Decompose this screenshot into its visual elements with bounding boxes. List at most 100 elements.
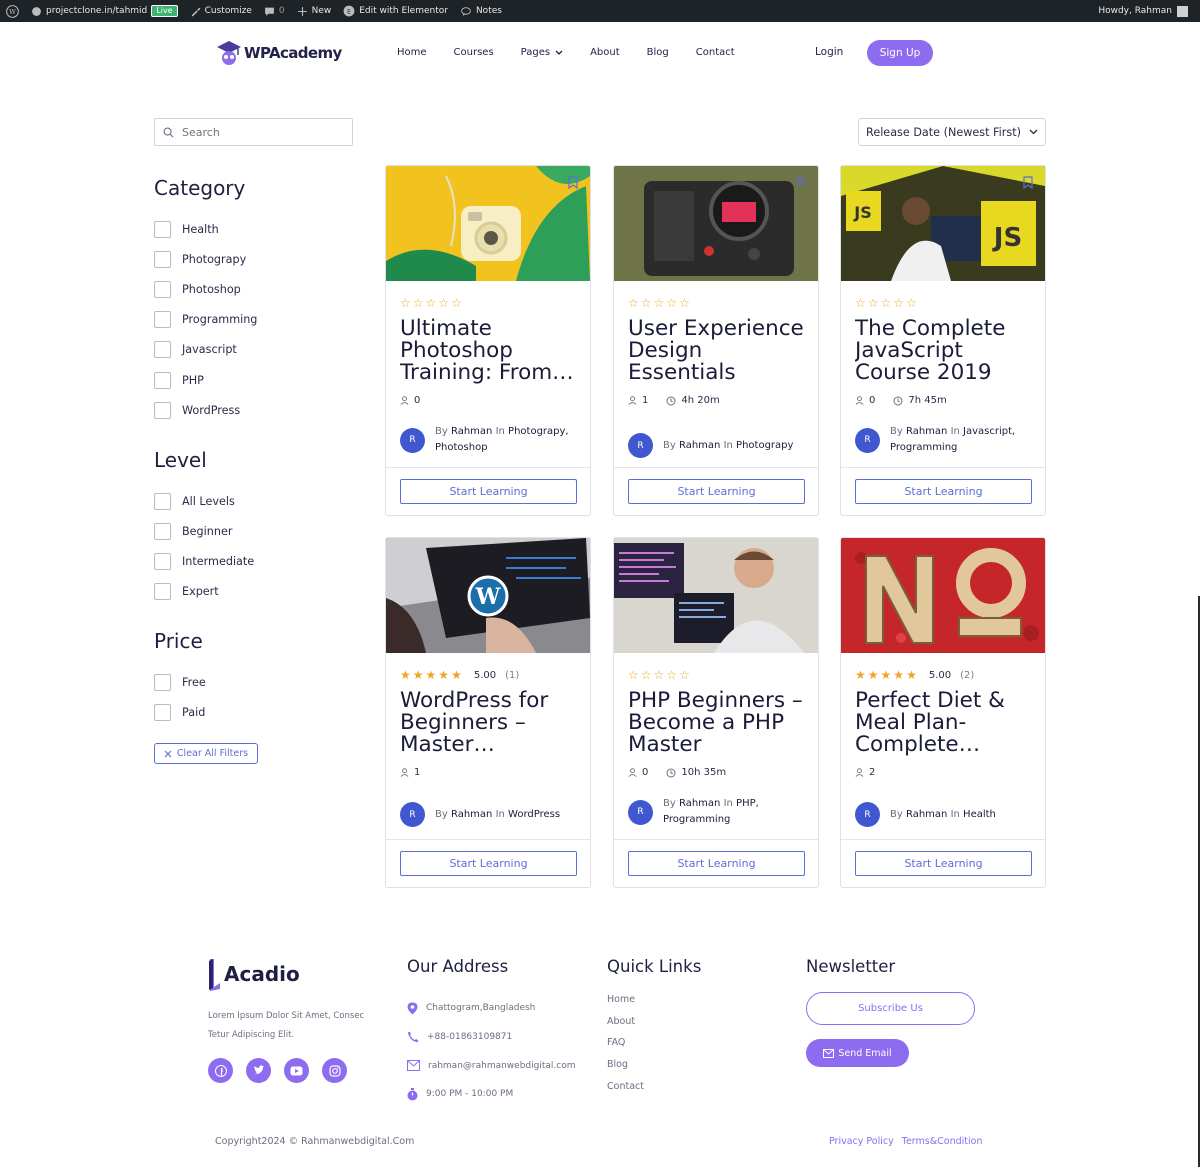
bookmark-icon[interactable] bbox=[1023, 176, 1033, 189]
author-name[interactable]: Rahman bbox=[906, 809, 947, 820]
course-thumbnail[interactable]: W bbox=[386, 538, 590, 653]
author-name[interactable]: Rahman bbox=[451, 426, 492, 437]
send-mail-icon bbox=[823, 1048, 835, 1058]
course-thumbnail[interactable] bbox=[614, 166, 818, 281]
filter-php[interactable]: PHP bbox=[154, 365, 257, 395]
start-learning-button[interactable]: Start Learning bbox=[628, 479, 805, 504]
filter-all-levels[interactable]: All Levels bbox=[154, 486, 254, 516]
start-learning-button[interactable]: Start Learning bbox=[855, 851, 1032, 876]
terms-link[interactable]: Terms&Condition bbox=[902, 1136, 983, 1147]
course-title[interactable]: The Complete JavaScript Course 2019 bbox=[855, 318, 1037, 384]
customize-link[interactable]: Customize bbox=[184, 0, 258, 22]
twitter-icon[interactable] bbox=[246, 1058, 271, 1083]
facebook-icon[interactable] bbox=[208, 1058, 233, 1083]
checkbox[interactable] bbox=[154, 673, 171, 691]
sort-select[interactable]: Release Date (Newest First) bbox=[858, 118, 1046, 146]
course-title[interactable]: WordPress for Beginners – Master… bbox=[400, 690, 582, 756]
checkbox[interactable] bbox=[154, 401, 171, 419]
checkbox[interactable] bbox=[154, 703, 171, 721]
subscribe-button[interactable]: Subscribe Us bbox=[806, 992, 975, 1025]
signup-button[interactable]: Sign Up bbox=[867, 40, 933, 66]
filter-free[interactable]: Free bbox=[154, 667, 206, 697]
nav-pages[interactable]: Pages bbox=[521, 47, 563, 58]
filter-expert[interactable]: Expert bbox=[154, 577, 254, 607]
comments-link[interactable]: 0 bbox=[258, 0, 291, 22]
start-learning-button[interactable]: Start Learning bbox=[400, 479, 577, 504]
checkbox[interactable] bbox=[154, 522, 171, 540]
checkbox[interactable] bbox=[154, 220, 171, 238]
settings-icon[interactable] bbox=[795, 176, 806, 187]
course-categories[interactable]: Photograpy bbox=[736, 440, 793, 451]
course-meta: 0 bbox=[400, 395, 420, 406]
checkbox[interactable] bbox=[154, 492, 171, 510]
checkbox[interactable] bbox=[154, 341, 171, 359]
address-email[interactable]: rahman@rahmanwebdigital.com bbox=[407, 1051, 575, 1080]
course-title[interactable]: Ultimate Photoshop Training: From… bbox=[400, 318, 582, 384]
filter-wordpress[interactable]: WordPress bbox=[154, 395, 257, 425]
author-name[interactable]: Rahman bbox=[679, 440, 720, 451]
privacy-policy-link[interactable]: Privacy Policy bbox=[829, 1136, 894, 1147]
start-learning-button[interactable]: Start Learning bbox=[855, 479, 1032, 504]
start-learning-button[interactable]: Start Learning bbox=[628, 851, 805, 876]
bookmark-icon[interactable] bbox=[568, 176, 578, 189]
nav-contact[interactable]: Contact bbox=[696, 47, 735, 58]
course-categories[interactable]: WordPress bbox=[508, 809, 560, 820]
course-thumbnail[interactable] bbox=[386, 166, 590, 281]
filter-paid[interactable]: Paid bbox=[154, 697, 206, 727]
footer-link-faq[interactable]: FAQ bbox=[607, 1037, 644, 1059]
author-avatar[interactable]: R bbox=[400, 427, 425, 453]
author-name[interactable]: Rahman bbox=[679, 798, 720, 809]
start-learning-button[interactable]: Start Learning bbox=[400, 851, 577, 876]
author-name[interactable]: Rahman bbox=[451, 809, 492, 820]
course-title[interactable]: PHP Beginners – Become a PHP Master bbox=[628, 690, 810, 756]
checkbox[interactable] bbox=[154, 371, 171, 389]
filter-programming[interactable]: Programming bbox=[154, 305, 257, 335]
course-thumbnail[interactable] bbox=[614, 538, 818, 653]
checkbox[interactable] bbox=[154, 552, 171, 570]
checkbox[interactable] bbox=[154, 250, 171, 268]
filter-intermediate[interactable]: Intermediate bbox=[154, 546, 254, 576]
nav-courses[interactable]: Courses bbox=[454, 47, 494, 58]
nav-about[interactable]: About bbox=[590, 47, 620, 58]
author-name[interactable]: Rahman bbox=[906, 426, 947, 437]
author-avatar[interactable]: R bbox=[400, 802, 425, 827]
nav-blog[interactable]: Blog bbox=[647, 47, 669, 58]
send-email-button[interactable]: Send Email bbox=[806, 1039, 909, 1067]
course-title[interactable]: Perfect Diet & Meal Plan- Complete… bbox=[855, 690, 1037, 756]
filter-health[interactable]: Health bbox=[154, 214, 257, 244]
youtube-icon[interactable] bbox=[284, 1058, 309, 1083]
instagram-icon[interactable] bbox=[322, 1058, 347, 1083]
login-link[interactable]: Login bbox=[815, 46, 843, 58]
account-menu[interactable]: Howdy, Rahman bbox=[1098, 5, 1200, 17]
course-categories[interactable]: Health bbox=[963, 809, 996, 820]
site-name-link[interactable]: projectclone.in/tahmid Live bbox=[25, 0, 184, 22]
filter-photoshop[interactable]: Photoshop bbox=[154, 274, 257, 304]
author-avatar[interactable]: R bbox=[855, 427, 880, 453]
new-content-link[interactable]: New bbox=[291, 0, 338, 22]
author-avatar[interactable]: R bbox=[628, 433, 653, 458]
edit-elementor-link[interactable]: E Edit with Elementor bbox=[337, 0, 454, 22]
footer-link-contact[interactable]: Contact bbox=[607, 1081, 644, 1103]
author-avatar[interactable]: R bbox=[628, 799, 653, 825]
filter-javascript[interactable]: Javascript bbox=[154, 335, 257, 365]
address-phone[interactable]: +88-01863109871 bbox=[407, 1023, 575, 1052]
footer-link-about[interactable]: About bbox=[607, 1016, 644, 1038]
site-logo[interactable]: WPAcademy bbox=[216, 39, 342, 67]
wp-logo-icon[interactable]: W bbox=[0, 0, 25, 22]
nav-home[interactable]: Home bbox=[397, 47, 427, 58]
author-avatar[interactable]: R bbox=[855, 802, 880, 827]
search-input[interactable] bbox=[182, 125, 332, 139]
filter-beginner[interactable]: Beginner bbox=[154, 516, 254, 546]
course-thumbnail[interactable]: JS JS bbox=[841, 166, 1045, 281]
clear-filters-button[interactable]: Clear All Filters bbox=[154, 743, 258, 764]
course-title[interactable]: User Experience Design Essentials bbox=[628, 318, 810, 384]
checkbox[interactable] bbox=[154, 583, 171, 601]
footer-link-blog[interactable]: Blog bbox=[607, 1059, 644, 1081]
course-thumbnail[interactable] bbox=[841, 538, 1045, 653]
checkbox[interactable] bbox=[154, 311, 171, 329]
notes-link[interactable]: Notes bbox=[454, 0, 508, 22]
checkbox[interactable] bbox=[154, 280, 171, 298]
filter-photograpy[interactable]: Photograpy bbox=[154, 244, 257, 274]
footer-link-home[interactable]: Home bbox=[607, 994, 644, 1016]
footer-logo[interactable]: Acadio bbox=[208, 957, 300, 991]
